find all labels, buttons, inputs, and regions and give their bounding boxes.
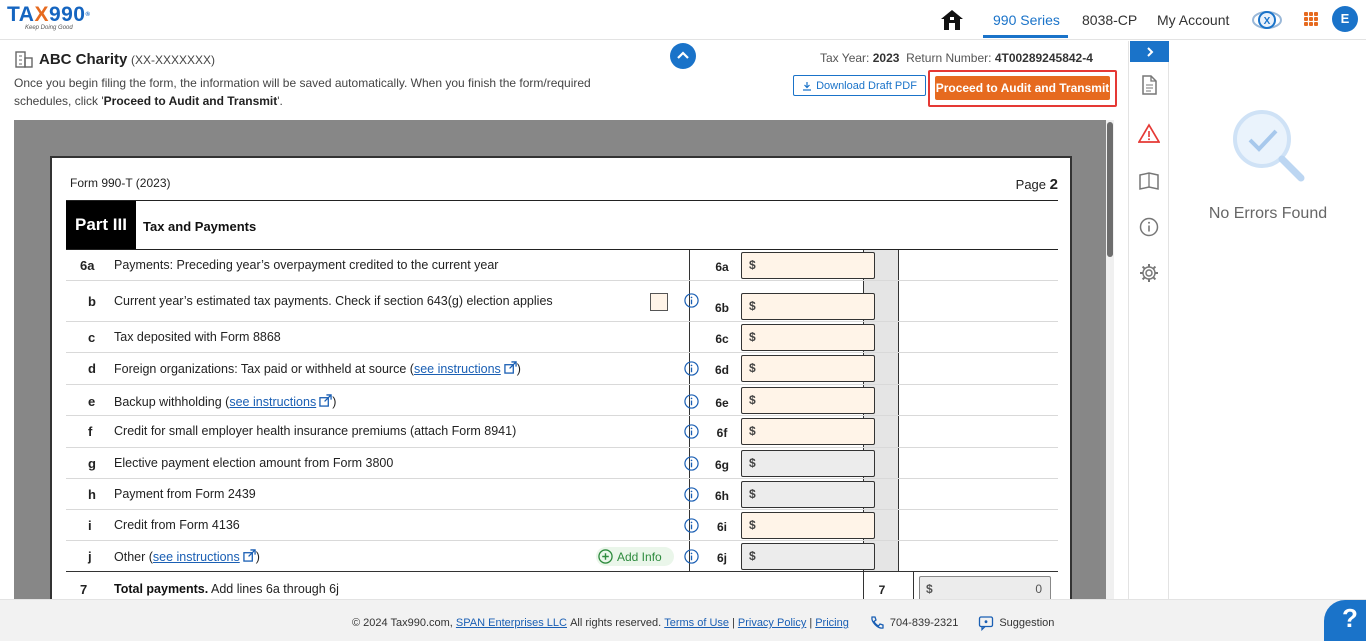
amount-input-6f[interactable]: $: [741, 418, 875, 445]
no-errors-magnifier-icon: [1233, 110, 1305, 182]
form-line-6i: i Credit from Form 4136 6i $: [66, 510, 1058, 541]
part-header: Part III Tax and Payments: [66, 200, 1058, 250]
info-icon[interactable]: [684, 456, 699, 471]
form-line-6e: e Backup withholding (see instructions) …: [66, 385, 1058, 416]
autosave-info-line1: Once you begin filing the form, the info…: [14, 76, 591, 90]
footer: © 2024 Tax990.com, SPAN Enterprises LLC …: [0, 599, 1366, 641]
page-number: Page 2: [1015, 176, 1058, 193]
amount-input-6a[interactable]: $: [741, 252, 875, 279]
book-icon[interactable]: [1138, 170, 1160, 192]
form-scrollbar[interactable]: [1106, 120, 1114, 600]
return-header: ABC Charity (XX-XXXXXXX) Once you begin …: [0, 41, 1128, 119]
download-draft-pdf-button[interactable]: Download Draft PDF: [793, 75, 926, 96]
chevron-up-icon: [677, 51, 689, 59]
gear-icon[interactable]: [1138, 262, 1160, 284]
form-line-6f: f Credit for small employer health insur…: [66, 416, 1058, 448]
form-line-6h: h Payment from Form 2439 6h $: [66, 479, 1058, 510]
svg-text:X: X: [1264, 16, 1271, 27]
span-enterprises-link[interactable]: SPAN Enterprises LLC: [456, 617, 567, 629]
nav-8038-cp[interactable]: 8038-CP: [1082, 12, 1137, 28]
see-instructions-link[interactable]: see instructions: [229, 395, 316, 409]
external-link-icon[interactable]: [319, 394, 332, 407]
see-instructions-link[interactable]: see instructions: [414, 362, 501, 376]
amount-input-6i[interactable]: $: [741, 512, 875, 539]
form-page: Form 990-T (2023) Page 2 Part III Tax an…: [50, 156, 1072, 600]
proceed-to-audit-transmit-button[interactable]: Proceed to Audit and Transmit: [935, 76, 1110, 100]
info-icon[interactable]: [684, 424, 699, 439]
warning-icon[interactable]: [1138, 123, 1160, 145]
amount-input-6b[interactable]: $: [741, 293, 875, 320]
section-643g-checkbox[interactable]: [650, 293, 668, 311]
nav-my-account[interactable]: My Account: [1157, 12, 1229, 28]
form-line-6d: d Foreign organizations: Tax paid or wit…: [66, 353, 1058, 385]
amount-input-6c[interactable]: $: [741, 324, 875, 351]
document-icon[interactable]: [1138, 74, 1160, 96]
form-line-6c: c Tax deposited with Form 8868 6c $: [66, 322, 1058, 353]
chevron-right-icon: [1146, 46, 1153, 57]
info-icon[interactable]: [684, 549, 699, 564]
external-link-icon[interactable]: [504, 361, 517, 374]
collapse-header-button[interactable]: [670, 43, 696, 69]
plus-circle-icon: [598, 549, 613, 564]
form-line-7: 7 Total payments. Add lines 6a through 6…: [66, 572, 1058, 600]
expand-panel-button[interactable]: [1130, 41, 1169, 62]
form-line-6a: 6a Payments: Preceding year’s overpaymen…: [66, 250, 1058, 281]
form-name: Form 990-T (2023): [70, 176, 171, 190]
tax-year-return-number: Tax Year: 2023 Return Number: 4T00289245…: [820, 51, 1093, 65]
building-icon: [15, 51, 33, 68]
see-instructions-link[interactable]: see instructions: [153, 550, 240, 564]
info-icon[interactable]: [684, 487, 699, 502]
pricing-link[interactable]: Pricing: [815, 617, 849, 629]
user-avatar[interactable]: E: [1332, 6, 1358, 32]
amount-input-6j[interactable]: $: [741, 543, 875, 570]
autosave-info-line2: schedules, click 'Proceed to Audit and T…: [14, 94, 283, 108]
amount-input-6d[interactable]: $: [741, 355, 875, 382]
info-icon[interactable]: [684, 293, 699, 308]
info-icon[interactable]: [684, 518, 699, 533]
form-line-6g: g Elective payment election amount from …: [66, 448, 1058, 479]
total-payments-amount: $ 0: [919, 576, 1051, 600]
suggestion-link[interactable]: Suggestion: [978, 615, 1054, 631]
part-label: Part III: [66, 201, 136, 249]
organization-ein: (XX-XXXXXXX): [131, 53, 216, 67]
phone-icon: [871, 616, 884, 629]
organization-name: ABC Charity: [39, 51, 128, 68]
x-app-icon[interactable]: X: [1251, 6, 1283, 34]
nav-990-series[interactable]: 990 Series: [993, 12, 1060, 28]
panel-icon-strip: [1129, 41, 1169, 599]
top-navigation-bar: TAX990® Keep Doing Good 990 Series 8038-…: [0, 0, 1366, 40]
external-link-icon[interactable]: [243, 549, 256, 562]
form-header: Form 990-T (2023) Page 2: [70, 176, 1058, 198]
info-icon[interactable]: [684, 361, 699, 376]
suggestion-chat-icon: [979, 616, 994, 631]
form-viewer: Form 990-T (2023) Page 2 Part III Tax an…: [14, 120, 1114, 600]
privacy-policy-link[interactable]: Privacy Policy: [738, 617, 806, 629]
download-icon: [803, 81, 812, 91]
rights-text: All rights reserved.: [570, 617, 662, 629]
right-side-panel: No Errors Found: [1128, 41, 1366, 599]
no-errors-found-text: No Errors Found: [1208, 205, 1328, 222]
amount-input-6g[interactable]: $: [741, 450, 875, 477]
part-title: Tax and Payments: [143, 219, 257, 234]
scrollbar-thumb[interactable]: [1107, 122, 1113, 257]
form-line-6j: j Other (see instructions) Add Info 6j $: [66, 541, 1058, 572]
apps-grid-icon[interactable]: [1304, 12, 1318, 26]
info-icon[interactable]: [1138, 216, 1160, 238]
copyright-text: © 2024 Tax990.com,: [352, 617, 453, 629]
add-info-button[interactable]: Add Info: [596, 547, 674, 566]
help-button[interactable]: ?: [1324, 600, 1366, 641]
proceed-button-highlight: Proceed to Audit and Transmit: [928, 70, 1117, 107]
info-icon[interactable]: [684, 394, 699, 409]
nav-active-underline: [983, 35, 1068, 38]
amount-input-6h[interactable]: $: [741, 481, 875, 508]
tax990-logo[interactable]: TAX990® Keep Doing Good: [7, 4, 97, 36]
form-line-6b: b Current year’s estimated tax payments.…: [66, 281, 1058, 322]
amount-input-6e[interactable]: $: [741, 387, 875, 414]
support-phone[interactable]: 704-839-2321: [869, 615, 958, 631]
terms-of-use-link[interactable]: Terms of Use: [664, 617, 729, 629]
home-icon[interactable]: [939, 8, 965, 32]
